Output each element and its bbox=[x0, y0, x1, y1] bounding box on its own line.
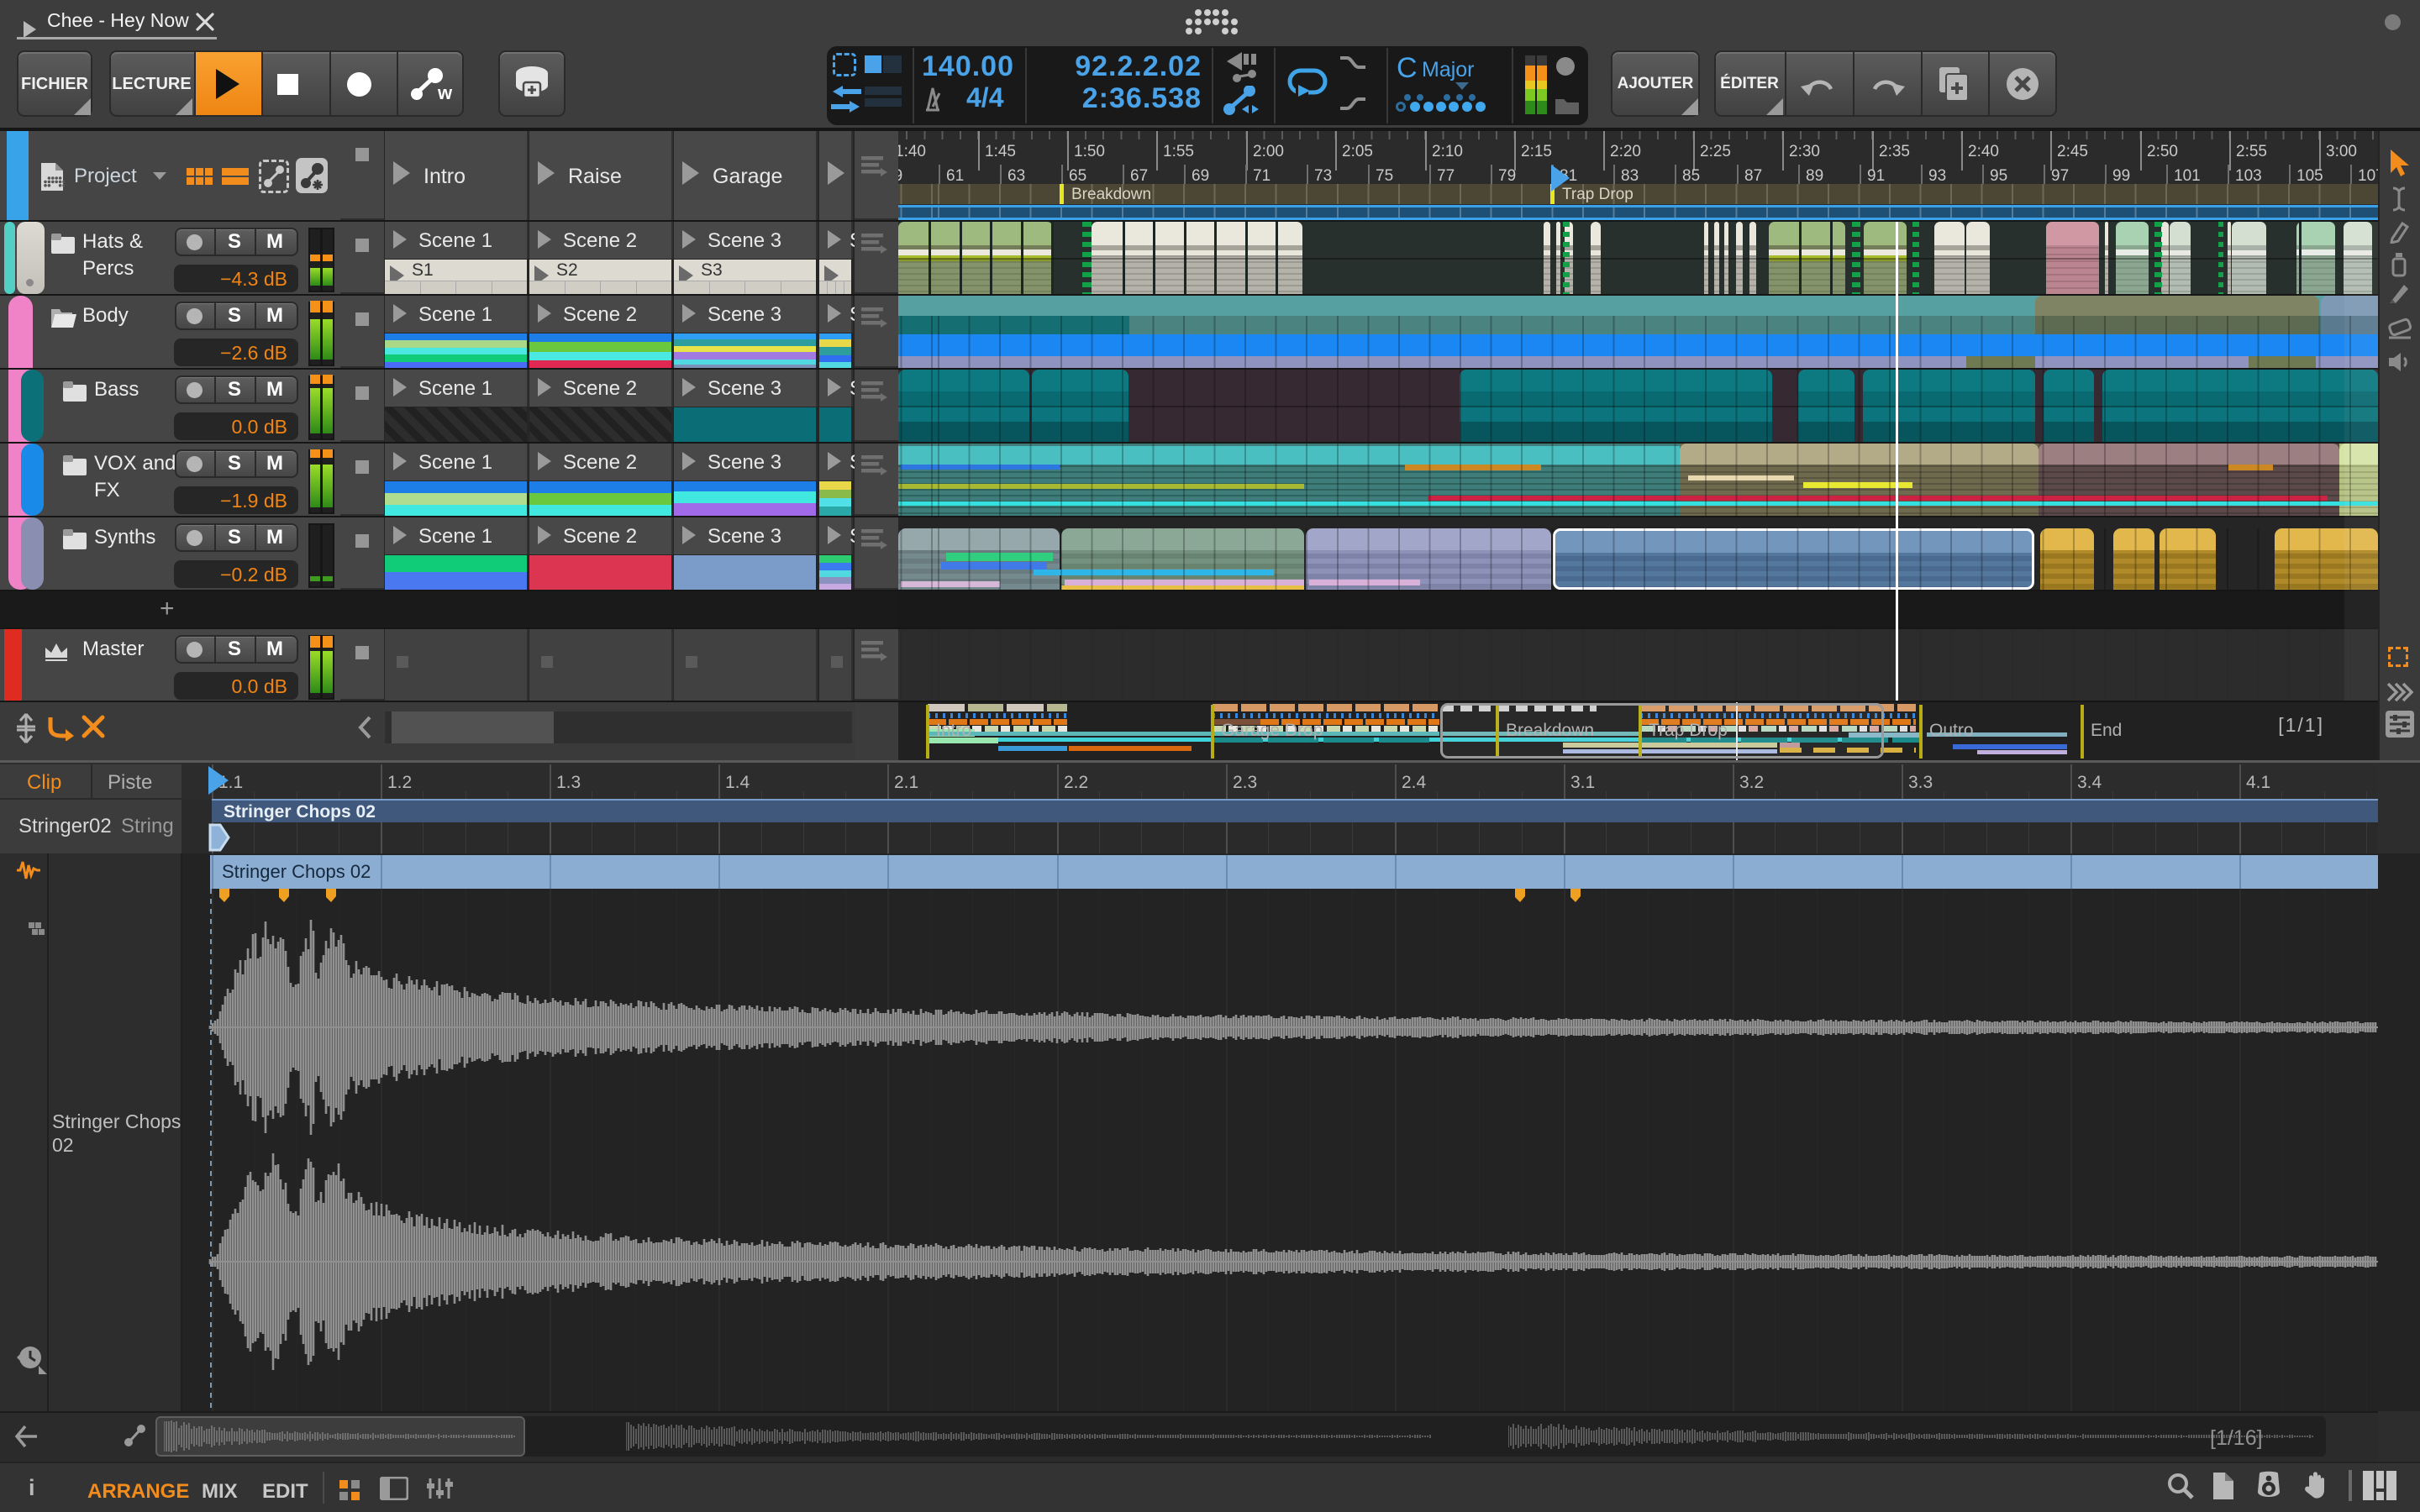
svg-text:w: w bbox=[437, 82, 453, 102]
